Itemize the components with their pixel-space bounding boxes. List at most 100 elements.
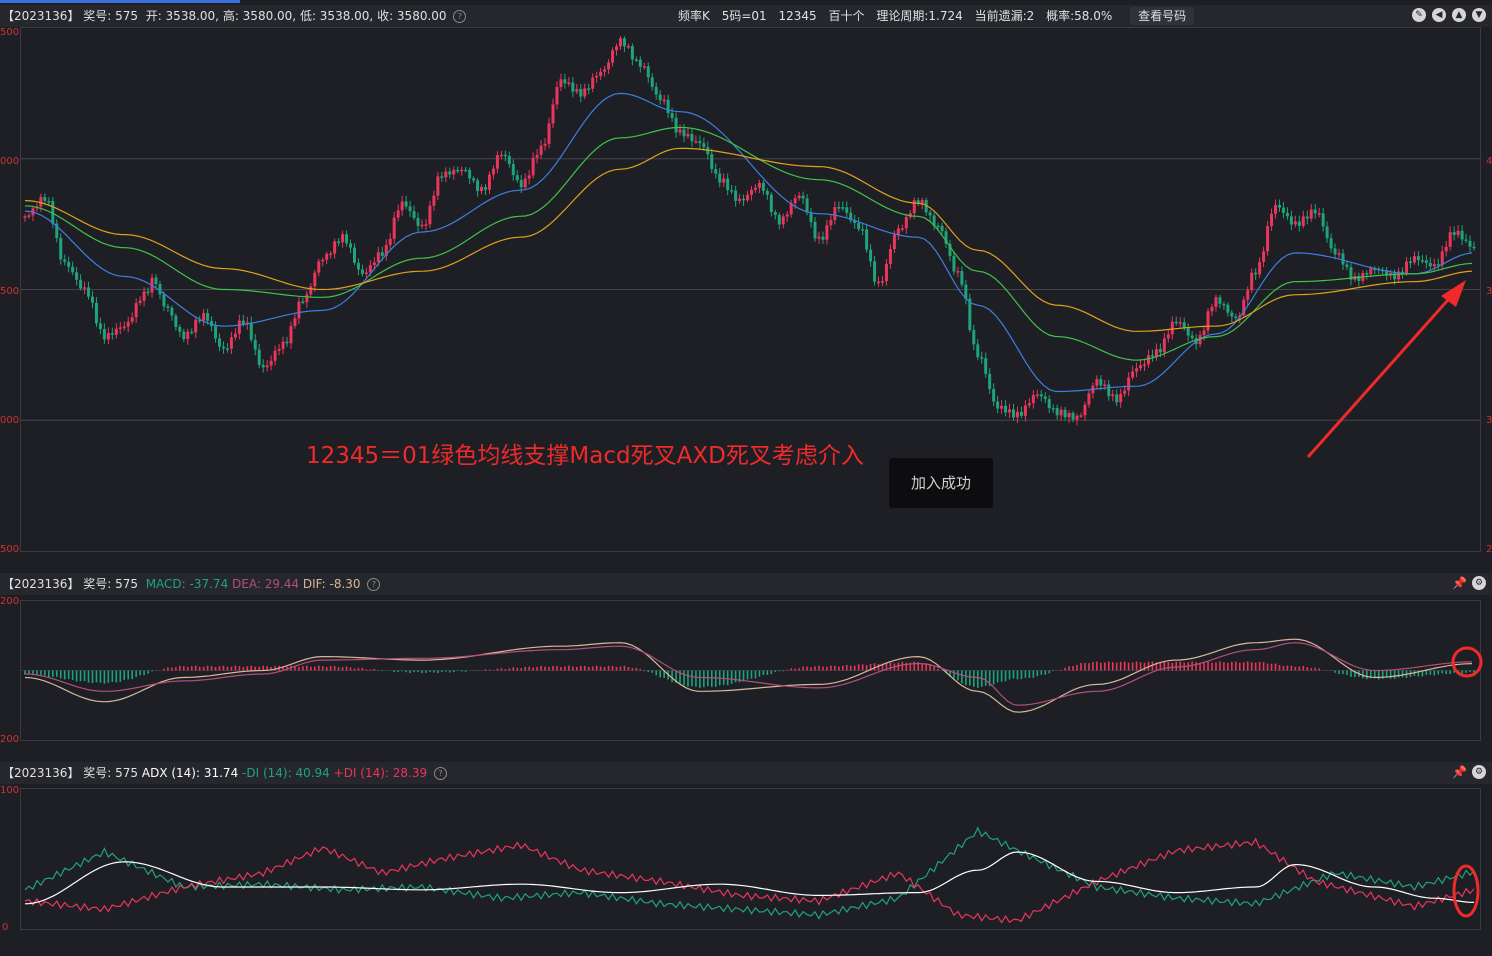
candle-body: [753, 187, 757, 190]
candle-body: [1325, 226, 1329, 239]
y-tick-bottom: 500: [0, 544, 20, 555]
back-icon[interactable]: ◀: [1432, 8, 1446, 22]
candle-body: [960, 271, 964, 285]
candle-body: [543, 143, 547, 146]
candle-body: [174, 315, 178, 327]
adx-pin-icon[interactable]: 📌: [1452, 765, 1467, 779]
candle-body: [1083, 404, 1087, 416]
candle-body: [265, 365, 269, 368]
candle-body: [376, 252, 380, 263]
candle-body: [484, 187, 488, 190]
candle-body: [1143, 364, 1147, 366]
candle-body: [1111, 394, 1115, 397]
up-icon[interactable]: ▲: [1452, 8, 1466, 22]
candle-body: [253, 339, 257, 350]
candle-body: [162, 294, 166, 307]
candle-body: [1416, 256, 1420, 261]
down-icon[interactable]: ▼: [1472, 8, 1486, 22]
candle-body: [424, 224, 428, 226]
candle-body: [702, 143, 706, 148]
candle-body: [698, 141, 702, 144]
candle-body: [368, 265, 372, 273]
candle-body: [1285, 212, 1289, 217]
candlestick-panel: 500 000 500 000 500 4 3 3 2: [0, 27, 1492, 555]
freq-label: 频率K: [678, 9, 710, 23]
candle-body: [626, 46, 630, 48]
adx-value: ADX (14): 31.74: [141, 766, 239, 780]
adx-y-top: 100: [0, 785, 20, 796]
help-icon[interactable]: ?: [453, 10, 467, 23]
candle-body: [769, 194, 773, 212]
candle-body: [1369, 268, 1373, 275]
candle-body: [615, 46, 619, 51]
candle-body: [1071, 412, 1075, 420]
candle-body: [551, 104, 555, 124]
candle-body: [892, 234, 896, 249]
settings-icon[interactable]: ⚙: [1472, 576, 1486, 590]
candle-body: [861, 229, 865, 231]
adx-help-icon[interactable]: ?: [433, 767, 447, 780]
candle-body: [1079, 415, 1083, 417]
candle-body: [992, 388, 996, 402]
candle-body: [293, 318, 297, 326]
candle-body: [138, 300, 142, 304]
candle-body: [396, 210, 400, 218]
candle-body: [1408, 261, 1412, 264]
candle-body: [499, 154, 503, 157]
candle-body: [781, 216, 785, 225]
candle-body: [337, 241, 341, 243]
candle-body: [1341, 253, 1345, 265]
candle-body: [618, 38, 622, 47]
candle-body: [67, 261, 71, 267]
view-numbers-button[interactable]: 查看号码: [1130, 7, 1195, 25]
candle-body: [1258, 261, 1262, 275]
pin-icon[interactable]: 📌: [1452, 576, 1467, 590]
candle-body: [793, 198, 797, 204]
candle-body: [360, 269, 364, 274]
candle-body: [1170, 321, 1174, 335]
candle-body: [392, 217, 396, 239]
candle-body: [1055, 408, 1059, 416]
adx-prize-label: 奖号: 575: [83, 766, 139, 780]
candle-body: [567, 82, 571, 84]
adx-settings-icon[interactable]: ⚙: [1472, 765, 1486, 779]
candle-body: [900, 228, 904, 230]
candle-body: [142, 291, 146, 301]
candle-body: [1250, 272, 1254, 291]
candle-body: [1226, 304, 1230, 313]
candle-body: [1107, 384, 1111, 397]
candle-body: [785, 214, 789, 217]
macd-prize-label: 奖号: 575: [83, 577, 139, 591]
candle-body: [126, 321, 130, 327]
candle-body: [158, 283, 162, 295]
candle-body: [880, 281, 884, 283]
candle-body: [1131, 371, 1135, 378]
candle-body: [186, 331, 190, 340]
candle-body: [1035, 394, 1039, 396]
candle-body: [1139, 365, 1143, 369]
candle-body: [638, 59, 642, 67]
candle-body: [829, 220, 833, 226]
macd-help-icon[interactable]: ?: [367, 578, 381, 591]
candle-body: [682, 129, 686, 137]
candle-body: [1289, 216, 1293, 225]
candle-body: [599, 71, 603, 76]
edit-icon[interactable]: ✎: [1412, 8, 1426, 22]
candle-body: [261, 364, 265, 368]
candle-body: [503, 154, 507, 157]
macd-y-bottom: 200: [0, 734, 20, 745]
theory-label: 理论周期:1.724: [876, 9, 963, 23]
y-tick-2: 500: [0, 286, 20, 297]
macd-chart: [21, 638, 1480, 713]
candle-body: [432, 195, 436, 206]
candle-body: [170, 307, 174, 316]
candle-body: [1051, 408, 1055, 410]
candle-body: [440, 176, 444, 178]
candle-body: [1262, 251, 1266, 262]
candle-body: [511, 164, 515, 176]
candle-body: [1154, 349, 1158, 357]
candle-body: [817, 236, 821, 239]
y-tick-1: 000: [0, 156, 20, 167]
candle-body: [670, 113, 674, 118]
candle-body: [456, 169, 460, 172]
